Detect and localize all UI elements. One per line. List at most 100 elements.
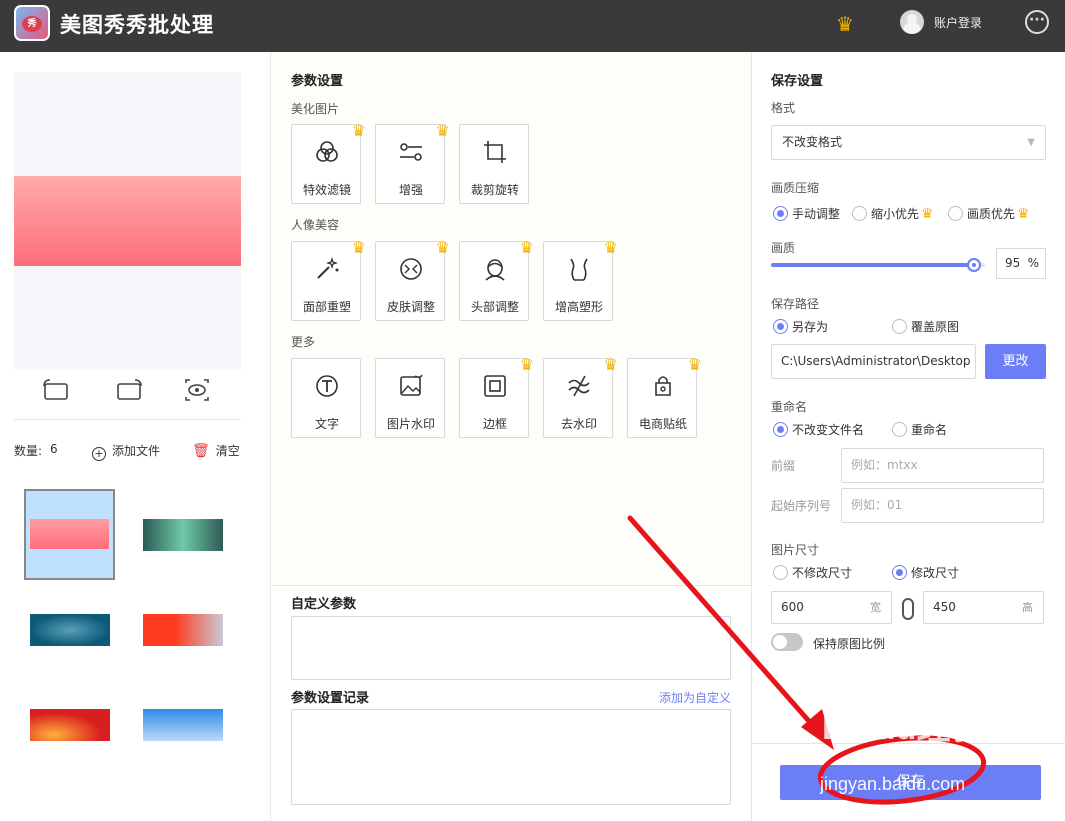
format-select[interactable]: 不改变格式 ▼ [771, 125, 1046, 160]
preview-eye-icon[interactable] [181, 378, 213, 408]
remove-watermark-icon [544, 373, 614, 407]
tool-face-reshape[interactable]: 面部重塑 ♛ [291, 238, 366, 321]
preview-image [14, 176, 241, 266]
vip-crown-icon: ♛ [435, 238, 450, 257]
login-link[interactable]: 账户登录 [934, 14, 982, 31]
radio-overwrite[interactable]: 覆盖原图 [892, 318, 959, 336]
thumbnail-selected[interactable] [24, 489, 115, 580]
rotate-left-icon[interactable] [40, 378, 72, 408]
save-settings-title: 保存设置 [771, 74, 824, 89]
thumbnail[interactable] [143, 709, 223, 741]
radio-resize[interactable]: 修改尺寸 [892, 564, 959, 582]
save-path-input[interactable]: C:\Users\Administrator\Desktop [771, 344, 976, 379]
seq-label: 起始序列号 [771, 499, 832, 513]
vip-crown-icon: ♛ [1017, 206, 1030, 222]
tool-image-watermark[interactable]: 图片水印 [375, 358, 445, 438]
prefix-input[interactable]: 例如：mtxx [841, 448, 1044, 483]
middle-panel: 参数设置 美化图片 特效滤镜 ♛ 增强 ♛ 裁剪旋转 人像美容 面部重塑 ♛ 皮… [271, 52, 751, 821]
params-area: 参数设置 美化图片 特效滤镜 ♛ 增强 ♛ 裁剪旋转 人像美容 面部重塑 ♛ 皮… [271, 52, 751, 585]
vip-crown-icon: ♛ [519, 355, 534, 374]
add-file-label: 添加文件 [112, 444, 161, 458]
tool-label: 去水印 [560, 417, 597, 431]
clear-button[interactable]: 🗑 清空 [192, 442, 240, 459]
add-custom-link[interactable]: 添加为自定义 [659, 689, 731, 706]
radio-rename[interactable]: 重命名 [892, 421, 947, 439]
quality-input[interactable]: 95 % [996, 248, 1046, 279]
group-portrait-label: 人像美容 [291, 218, 340, 232]
keep-ratio-toggle[interactable] [771, 633, 803, 651]
radio-dot [773, 319, 788, 334]
tool-label: 特效滤镜 [302, 183, 351, 197]
tool-label: 增高塑形 [554, 300, 603, 314]
more-menu-icon[interactable]: ··· [1025, 10, 1049, 34]
tool-head[interactable]: 头部调整 ♛ [459, 238, 534, 321]
radio-dot [892, 422, 907, 437]
keep-ratio-label: 保持原图比例 [813, 637, 886, 651]
preview-toolbar [0, 378, 270, 414]
baidu-watermark-url: jingyan.baidu.com [820, 774, 966, 794]
plus-circle-icon: + [92, 447, 106, 461]
thumbnail[interactable] [143, 614, 223, 646]
crop-icon [460, 139, 530, 173]
tool-skin[interactable]: 皮肤调整 ♛ [375, 238, 450, 321]
seq-input[interactable]: 例如：01 [841, 488, 1044, 523]
tool-remove-watermark[interactable]: 去水印 ♛ [543, 355, 618, 438]
radio-save-as[interactable]: 另存为 [773, 318, 828, 336]
height-unit: 高 [1022, 601, 1033, 614]
quality-slider[interactable] [771, 258, 985, 272]
size-label: 图片尺寸 [771, 543, 820, 557]
radio-dot [852, 206, 867, 221]
avatar[interactable] [900, 10, 924, 34]
history-textarea[interactable] [291, 709, 731, 805]
add-file-button[interactable]: + 添加文件 [92, 442, 160, 461]
change-path-button[interactable]: 更改 [985, 344, 1046, 379]
divider [14, 419, 241, 420]
radio-manual[interactable]: 手动调整 [773, 205, 840, 223]
quality-unit: % [1027, 256, 1039, 270]
tool-enhance[interactable]: 增强 ♛ [375, 121, 450, 204]
radio-label: 不改变文件名 [792, 423, 865, 437]
count-value: 6 [50, 442, 58, 456]
rotate-right-icon[interactable] [113, 378, 145, 408]
radio-label: 缩小优先 [871, 207, 920, 221]
tool-crop-rotate[interactable]: 裁剪旋转 [459, 124, 529, 204]
tool-body-shape[interactable]: 增高塑形 ♛ [543, 238, 618, 321]
vip-crown-icon[interactable]: ♛ [836, 12, 854, 36]
radio-label: 重命名 [911, 423, 948, 437]
slider-handle[interactable] [967, 258, 981, 272]
radio-size-first[interactable]: 缩小优先 ♛ [852, 205, 934, 223]
width-input[interactable]: 600 宽 [771, 591, 892, 624]
thumbnail[interactable] [30, 614, 110, 646]
height-value: 450 [933, 600, 956, 614]
text-icon [292, 373, 362, 407]
radio-keep-name[interactable]: 不改变文件名 [773, 421, 864, 439]
radio-label: 手动调整 [792, 207, 841, 221]
thumbnail[interactable] [30, 709, 110, 741]
tool-filter[interactable]: 特效滤镜 ♛ [291, 121, 366, 204]
custom-params-textarea[interactable] [291, 616, 731, 680]
thumbnail[interactable] [143, 519, 223, 551]
baidu-watermark: Baidu经验 [822, 709, 985, 747]
tool-sticker[interactable]: 电商贴纸 ♛ [627, 355, 702, 438]
link-ratio-icon[interactable] [902, 598, 914, 620]
history-title: 参数设置记录 [291, 691, 370, 706]
tool-text[interactable]: 文字 [291, 358, 361, 438]
radio-no-resize[interactable]: 不修改尺寸 [773, 564, 852, 582]
rename-label: 重命名 [771, 400, 808, 414]
image-watermark-icon [376, 373, 446, 407]
radio-dot [773, 206, 788, 221]
tool-label: 裁剪旋转 [470, 183, 519, 197]
tool-label: 边框 [482, 417, 507, 431]
head-icon [460, 256, 530, 290]
radio-quality-first[interactable]: 画质优先 ♛ [948, 205, 1030, 223]
format-value: 不改变格式 [782, 135, 843, 149]
radio-dot [773, 422, 788, 437]
vip-crown-icon: ♛ [435, 121, 450, 140]
width-unit: 宽 [870, 601, 881, 614]
app-logo-icon: 秀 [14, 5, 50, 41]
tool-label: 面部重塑 [302, 300, 351, 314]
tool-border[interactable]: 边框 ♛ [459, 355, 534, 438]
height-input[interactable]: 450 高 [923, 591, 1044, 624]
radio-dot [948, 206, 963, 221]
clear-label: 清空 [215, 444, 240, 458]
